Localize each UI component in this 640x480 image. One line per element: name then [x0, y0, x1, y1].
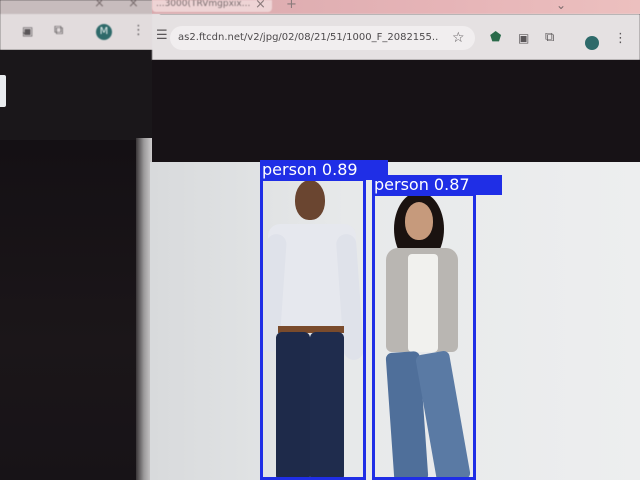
detection-box-2 [372, 193, 476, 480]
camera-icon[interactable]: ▣ [518, 32, 529, 44]
shield-icon[interactable]: ⬟ [490, 31, 501, 44]
left-browser-window: ⌄ ▣ ⧉ M ⋮ × × [0, 0, 160, 50]
avatar-icon[interactable] [585, 36, 599, 50]
chevron-down-icon[interactable]: ⌄ [556, 0, 566, 11]
page-dark-header [152, 60, 640, 165]
left-browser-toolbar: ⌄ ▣ ⧉ M ⋮ [0, 14, 160, 50]
more-icon[interactable]: ⋮ [614, 32, 627, 45]
close-icon[interactable]: × [128, 0, 139, 10]
close-icon[interactable]: × [255, 0, 266, 11]
detection-box-1 [260, 178, 366, 480]
right-browser-tab[interactable]: ...3000(TRVmgpxix... [152, 0, 272, 12]
new-tab-icon[interactable]: + [286, 0, 297, 11]
camera-icon[interactable]: ▣ [22, 25, 33, 37]
left-window-content [0, 50, 155, 140]
webcam-frame: ⌄ ▣ ⧉ M ⋮ × × ...3000(TRVmgpxix... × + ⌄… [0, 0, 640, 480]
extension-icon[interactable]: ⧉ [545, 31, 554, 44]
detection-label-1: person 0.89 [260, 160, 388, 180]
more-icon[interactable]: ⋮ [132, 24, 145, 37]
avatar[interactable]: M [96, 24, 112, 40]
left-panel-edge [0, 75, 6, 107]
star-icon[interactable]: ☆ [452, 31, 465, 45]
tune-icon[interactable]: ☰ [156, 29, 168, 42]
extension-icon[interactable]: ⧉ [54, 24, 63, 37]
close-icon[interactable]: × [94, 0, 105, 10]
url-text[interactable]: as2.ftcdn.net/v2/jpg/02/08/21/51/1000_F_… [178, 30, 438, 46]
detection-label-2: person 0.87 [372, 175, 502, 195]
monitor-background [0, 140, 140, 480]
